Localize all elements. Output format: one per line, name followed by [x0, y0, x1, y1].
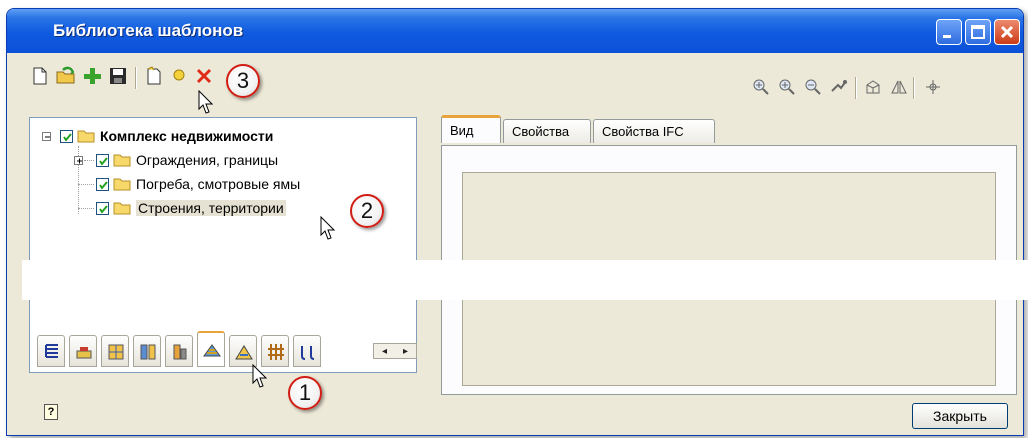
- toolbar-separator: [913, 77, 915, 99]
- tree-item-label: Ограждения, границы: [136, 152, 279, 168]
- folder-icon: [113, 202, 131, 215]
- tab-properties[interactable]: Свойства: [503, 119, 591, 143]
- add-icon[interactable]: [81, 65, 103, 87]
- zoom-in-icon[interactable]: [777, 77, 797, 97]
- new-item-icon[interactable]: [167, 65, 189, 87]
- category-tab[interactable]: [69, 335, 97, 367]
- category-tabs: [37, 331, 427, 371]
- overlay-strip: [22, 260, 1028, 300]
- category-tab-active[interactable]: [197, 331, 225, 367]
- new-template-icon[interactable]: [143, 65, 165, 87]
- category-tab[interactable]: [133, 335, 161, 367]
- folder-icon: [77, 130, 95, 143]
- category-tab[interactable]: [293, 335, 321, 367]
- checkbox-checked-icon[interactable]: [96, 177, 109, 191]
- tree-item-label: Погреба, смотровые ямы: [136, 176, 301, 192]
- toolbar-separator: [135, 67, 137, 89]
- checkbox-checked-icon[interactable]: [60, 129, 73, 143]
- delete-icon[interactable]: [193, 65, 215, 87]
- open-folder-icon[interactable]: [55, 65, 77, 87]
- category-tab[interactable]: [261, 335, 289, 367]
- scroll-right-icon[interactable]: ▸: [403, 346, 408, 357]
- callout-2: 2: [350, 194, 384, 228]
- new-document-icon[interactable]: [29, 65, 51, 87]
- tree-line: [78, 184, 94, 186]
- toolbar-separator: [855, 77, 857, 99]
- folder-icon: [113, 178, 131, 191]
- checkbox-checked-icon[interactable]: [96, 201, 109, 215]
- zoom-window-icon[interactable]: [829, 77, 849, 97]
- category-tab[interactable]: [101, 335, 129, 367]
- collapse-icon[interactable]: [42, 132, 51, 141]
- tree-item[interactable]: Погреба, смотровые ямы: [96, 174, 300, 194]
- callout-1: 1: [288, 376, 322, 410]
- window-title: Библиотека шаблонов: [53, 21, 244, 40]
- tab-ifc-properties[interactable]: Свойства IFC: [593, 119, 715, 143]
- mouse-cursor-icon: [198, 90, 214, 114]
- mouse-cursor-icon: [320, 216, 336, 240]
- tree-item-label: Строения, территории: [136, 200, 286, 216]
- tree-line: [84, 160, 94, 162]
- category-tab[interactable]: [37, 335, 65, 367]
- title-bar[interactable]: Библиотека шаблонов: [7, 9, 1023, 53]
- mirror-icon[interactable]: [889, 77, 909, 97]
- save-icon[interactable]: [107, 65, 129, 87]
- tree-root[interactable]: Комплекс недвижимости: [60, 126, 273, 146]
- folder-icon: [113, 154, 131, 167]
- category-tab[interactable]: [229, 335, 257, 367]
- scroll-left-icon[interactable]: ◂: [382, 346, 387, 357]
- crosshair-icon[interactable]: [923, 77, 943, 97]
- close-window-button[interactable]: [994, 19, 1020, 45]
- maximize-button[interactable]: [965, 19, 991, 45]
- tab-view[interactable]: Вид: [441, 115, 501, 143]
- template-library-window: Библиотека шаблонов Комплекс недвижимост…: [6, 8, 1024, 436]
- mouse-cursor-icon: [252, 364, 268, 388]
- checkbox-checked-icon[interactable]: [96, 153, 109, 167]
- tree-line: [78, 208, 94, 210]
- zoom-out-icon[interactable]: [803, 77, 823, 97]
- zoom-extents-icon[interactable]: [751, 77, 771, 97]
- close-button[interactable]: Закрыть: [912, 403, 1008, 429]
- tab-scroll-buttons[interactable]: ◂ ▸: [373, 343, 417, 359]
- help-icon[interactable]: ?: [44, 404, 58, 420]
- minimize-button[interactable]: [936, 19, 962, 45]
- tree-item[interactable]: Ограждения, границы: [96, 150, 278, 170]
- expand-icon[interactable]: [74, 156, 83, 165]
- callout-3: 3: [226, 64, 260, 98]
- tree-item-selected[interactable]: Строения, территории: [96, 198, 286, 218]
- category-tab[interactable]: [165, 335, 193, 367]
- view-3d-icon[interactable]: [863, 77, 883, 97]
- tree-root-label: Комплекс недвижимости: [100, 128, 274, 144]
